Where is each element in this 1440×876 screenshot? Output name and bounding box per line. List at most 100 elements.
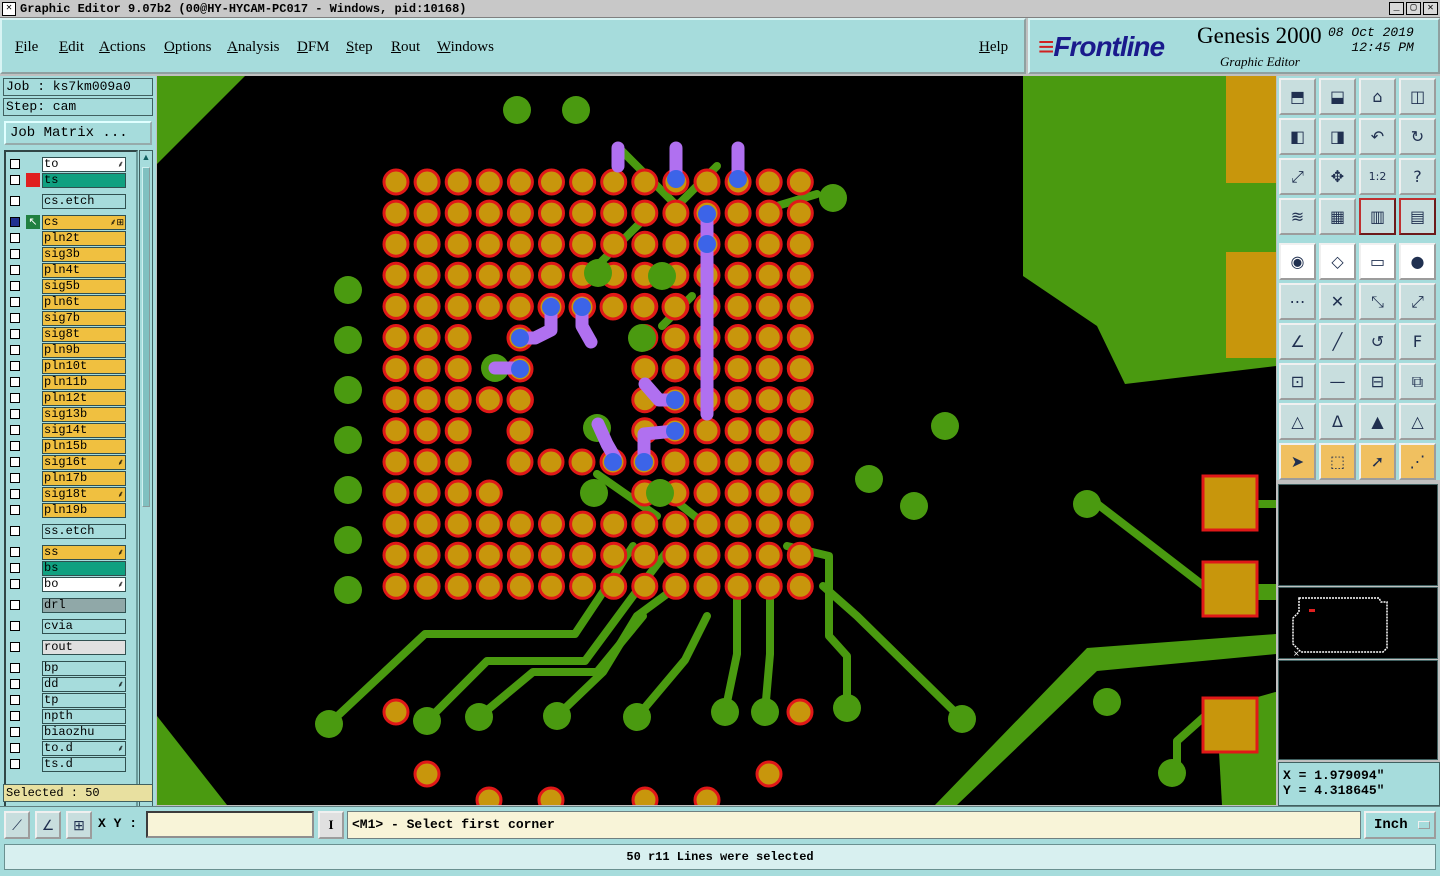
grid-snap-icon[interactable]: ⊞ xyxy=(66,811,92,839)
layer-row-to[interactable]: to ⸙ xyxy=(6,156,136,172)
layer-row-npth[interactable]: npth xyxy=(6,708,136,724)
layer-checkbox[interactable] xyxy=(10,159,20,169)
layer-row-sig16t[interactable]: sig16t ⸙ xyxy=(6,454,136,470)
pan-left-icon[interactable]: ◧ xyxy=(1279,118,1316,155)
layer-checkbox[interactable] xyxy=(10,711,20,721)
layer-row-drl[interactable]: drl xyxy=(6,597,136,613)
shapes-icon[interactable]: ⧉ xyxy=(1399,363,1436,400)
text-f-icon[interactable]: F xyxy=(1399,323,1436,360)
undo-view-icon[interactable]: ↶ xyxy=(1359,118,1396,155)
layer-checkbox[interactable] xyxy=(10,547,20,557)
menu-actions[interactable]: Actions xyxy=(99,39,146,56)
scroll-thumb[interactable] xyxy=(142,167,150,507)
layer-name[interactable]: ss xyxy=(42,545,126,560)
layer-name[interactable]: pln10t xyxy=(42,359,126,374)
layer-checkbox[interactable] xyxy=(10,377,20,387)
layer-row-cvia[interactable]: cvia xyxy=(6,618,136,634)
layer-checkbox[interactable] xyxy=(10,313,20,323)
board-overview[interactable]: × xyxy=(1278,587,1438,659)
layer-checkbox[interactable] xyxy=(10,759,20,769)
layer-checkbox[interactable] xyxy=(10,196,20,206)
layer-row-sig13b[interactable]: sig13b xyxy=(6,406,136,422)
layer-checkbox[interactable] xyxy=(10,361,20,371)
menu-rout[interactable]: Rout xyxy=(391,39,420,56)
layer-name[interactable]: to.d xyxy=(42,741,126,756)
layer-name[interactable]: sig13b xyxy=(42,407,126,422)
layer-name[interactable]: bs xyxy=(42,561,126,576)
layer-checkbox[interactable] xyxy=(10,679,20,689)
layer-checkbox[interactable] xyxy=(10,345,20,355)
layer-row-pln17b[interactable]: pln17b xyxy=(6,470,136,486)
layer-checkbox[interactable] xyxy=(10,425,20,435)
connect-icon[interactable]: ⋯ xyxy=(1279,283,1316,320)
maximize-button[interactable]: ▢ xyxy=(1406,2,1421,15)
info-button[interactable]: I xyxy=(318,811,344,839)
layer-row-sig18t[interactable]: sig18t ⸙ xyxy=(6,486,136,502)
layer-row-pln9b[interactable]: pln9b xyxy=(6,342,136,358)
layer-name[interactable]: rout xyxy=(42,640,126,655)
xy-input[interactable] xyxy=(146,811,314,838)
layers-compare-icon[interactable]: ▥ xyxy=(1359,198,1396,235)
layer-name[interactable]: pln9b xyxy=(42,343,126,358)
layer-name[interactable]: pln6t xyxy=(42,295,126,310)
layer-checkbox[interactable] xyxy=(10,505,20,515)
layer-name[interactable]: sig5b xyxy=(42,279,126,294)
layer-name[interactable]: pln19b xyxy=(42,503,126,518)
redraw-icon[interactable]: ↻ xyxy=(1399,118,1436,155)
layer-checkbox[interactable] xyxy=(10,265,20,275)
arc-icon[interactable]: ↺ xyxy=(1359,323,1396,360)
layer-name[interactable]: bo xyxy=(42,577,126,592)
zoom-fit-icon[interactable]: ⤢ xyxy=(1279,158,1316,195)
layer-name[interactable]: to xyxy=(42,157,126,172)
layer-row-sig8t[interactable]: sig8t xyxy=(6,326,136,342)
snap-icon[interactable]: ≋ xyxy=(1279,198,1316,235)
layer-checkbox[interactable] xyxy=(10,217,20,227)
scale-1-2-icon[interactable]: 1:2 xyxy=(1359,158,1396,195)
layer-row-pln2t[interactable]: pln2t xyxy=(6,230,136,246)
layer-checkbox[interactable] xyxy=(10,600,20,610)
layer-name[interactable]: pln4t xyxy=(42,263,126,278)
select-touch-icon[interactable]: ➚ xyxy=(1359,443,1396,480)
layer-checkbox[interactable] xyxy=(10,329,20,339)
layer-row-pln4t[interactable]: pln4t xyxy=(6,262,136,278)
pcb-canvas[interactable] xyxy=(157,76,1276,805)
line-to-icon[interactable]: ⤡ xyxy=(1359,283,1396,320)
bottom-view-icon[interactable]: ⬓ xyxy=(1319,78,1356,115)
layer-name[interactable]: pln2t xyxy=(42,231,126,246)
layer-name[interactable]: sig7b xyxy=(42,311,126,326)
layer-row-sig14t[interactable]: sig14t xyxy=(6,422,136,438)
layer-checkbox[interactable] xyxy=(10,473,20,483)
layer-checkbox[interactable] xyxy=(10,175,20,185)
layer-row-dd[interactable]: dd ⸙ xyxy=(6,676,136,692)
scroll-up-icon[interactable]: ▲ xyxy=(140,151,152,163)
layer-checkbox[interactable] xyxy=(10,579,20,589)
triangle-b-icon[interactable]: ▲ xyxy=(1359,403,1396,440)
window-icon[interactable]: ◫ xyxy=(1399,78,1436,115)
layer-row-pln19b[interactable]: pln19b xyxy=(6,502,136,518)
select-net-icon[interactable]: ⋰ xyxy=(1399,443,1436,480)
pad-icon[interactable]: ● xyxy=(1399,243,1436,280)
layer-name[interactable]: ts.d xyxy=(42,757,126,772)
layer-name[interactable]: sig16t xyxy=(42,455,126,470)
layer-name[interactable]: tp xyxy=(42,693,126,708)
layer-checkbox[interactable] xyxy=(10,281,20,291)
select-box-icon[interactable]: ⬚ xyxy=(1319,443,1356,480)
menu-windows[interactable]: Windows xyxy=(437,39,494,56)
layer-row-bo[interactable]: bo ⸙ xyxy=(6,576,136,592)
layer-name[interactable]: cvia xyxy=(42,619,126,634)
layer-name[interactable]: sig3b xyxy=(42,247,126,262)
layer-checkbox[interactable] xyxy=(10,249,20,259)
layer-name[interactable]: ss.etch xyxy=(42,524,126,539)
layer-checkbox[interactable] xyxy=(10,526,20,536)
layer-checkbox[interactable] xyxy=(10,393,20,403)
layer-row-sig3b[interactable]: sig3b xyxy=(6,246,136,262)
cross-icon[interactable]: ✕ xyxy=(1319,283,1356,320)
layer-name[interactable]: ts xyxy=(42,173,126,188)
fill-mode-icon[interactable]: ◉ xyxy=(1279,243,1316,280)
layer-checkbox[interactable] xyxy=(10,489,20,499)
menu-file[interactable]: File xyxy=(15,39,38,56)
layer-checkbox[interactable] xyxy=(10,233,20,243)
help-icon[interactable]: ? xyxy=(1399,158,1436,195)
layer-row-ss[interactable]: ss ⸙ xyxy=(6,544,136,560)
fit-box-icon[interactable]: ⊟ xyxy=(1359,363,1396,400)
